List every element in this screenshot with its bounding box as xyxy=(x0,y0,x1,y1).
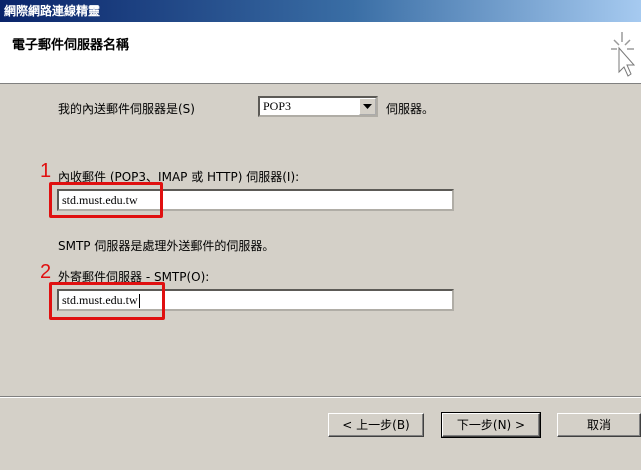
incoming-type-label: 我的內送郵件伺服器是(S) xyxy=(58,102,195,116)
back-button[interactable]: < 上一步(B) xyxy=(328,413,424,437)
dropdown-arrow-icon[interactable] xyxy=(359,98,376,115)
footer-divider xyxy=(0,396,641,398)
incoming-server-input[interactable]: std.must.edu.tw xyxy=(57,189,454,211)
step-number-2: 2 xyxy=(40,261,52,283)
smtp-note: SMTP 伺服器是處理外送郵件的伺服器。 xyxy=(58,239,275,253)
incoming-type-suffix: 伺服器。 xyxy=(386,102,435,116)
incoming-server-label: 內收郵件 (POP3、IMAP 或 HTTP) 伺服器(I): xyxy=(58,170,300,184)
header-panel: 電子郵件伺服器名稱 xyxy=(0,22,641,84)
outgoing-server-value: std.must.edu.tw xyxy=(62,293,138,307)
wizard-cursor-icon xyxy=(611,32,636,77)
window-title: 網際網路連線精靈 xyxy=(4,4,101,18)
next-button[interactable]: 下一步(N) > xyxy=(441,412,541,438)
outgoing-server-input[interactable]: std.must.edu.tw xyxy=(57,289,454,311)
title-bar: 網際網路連線精靈 xyxy=(0,0,641,22)
outgoing-server-label: 外寄郵件伺服器 - SMTP(O): xyxy=(58,270,210,284)
incoming-type-selected: POP3 xyxy=(263,99,292,113)
page-title: 電子郵件伺服器名稱 xyxy=(12,38,130,53)
incoming-type-select[interactable]: POP3 xyxy=(258,96,378,117)
cancel-button[interactable]: 取消 xyxy=(557,413,641,437)
incoming-server-value: std.must.edu.tw xyxy=(62,193,138,207)
step-number-1: 1 xyxy=(40,160,52,182)
text-caret xyxy=(138,294,140,309)
